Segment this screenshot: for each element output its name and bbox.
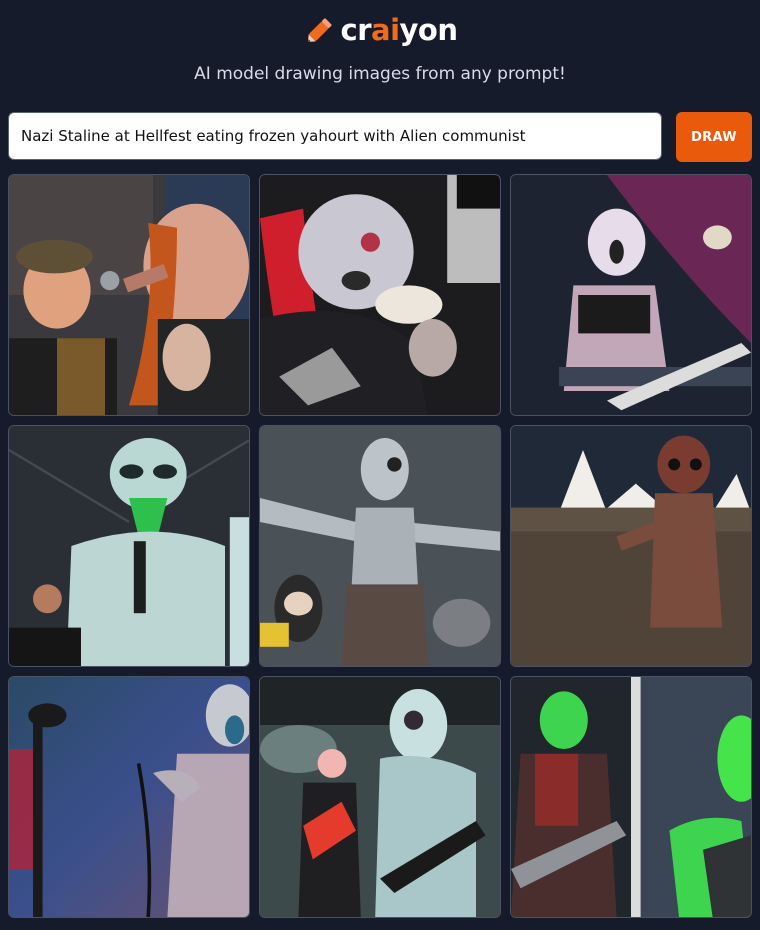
result-image-2[interactable] [259, 174, 501, 416]
logo-suffix: yon [399, 13, 458, 47]
results-grid [8, 174, 752, 918]
draw-button[interactable]: DRAW [676, 112, 752, 162]
craiyon-logo[interactable]: craiyon [0, 10, 760, 50]
result-image-1[interactable] [8, 174, 250, 416]
result-image-4[interactable] [8, 425, 250, 667]
result-image-5[interactable] [259, 425, 501, 667]
result-image-8[interactable] [259, 676, 501, 918]
prompt-bar: DRAW [8, 112, 752, 162]
result-image-9[interactable] [510, 676, 752, 918]
tagline: AI model drawing images from any prompt! [194, 64, 566, 84]
result-image-3[interactable] [510, 174, 752, 416]
prompt-input[interactable] [8, 112, 662, 160]
logo-wordmark: craiyon [341, 13, 458, 47]
logo-accent: ai [371, 13, 400, 47]
logo-prefix: cr [340, 13, 372, 47]
result-image-6[interactable] [510, 425, 752, 667]
result-image-7[interactable] [8, 676, 250, 918]
header: craiyon AI model drawing images from any… [0, 0, 760, 100]
pencil-logo-icon [307, 18, 332, 43]
